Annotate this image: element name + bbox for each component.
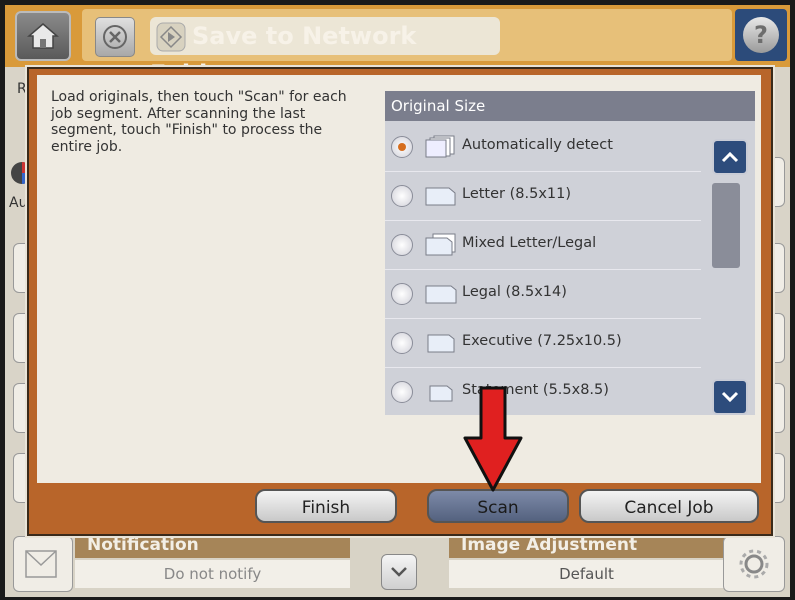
job-title: Save to Network Folder: [150, 17, 500, 88]
mixed-pages-icon: [425, 233, 456, 256]
scroll-up-button[interactable]: [712, 139, 748, 175]
radio-unselected[interactable]: [391, 332, 413, 354]
radio-unselected[interactable]: [391, 234, 413, 256]
page-icon: [425, 285, 457, 304]
radio-unselected[interactable]: [391, 283, 413, 305]
scroll-down-button[interactable]: [712, 379, 748, 415]
chevron-down-icon: [721, 391, 739, 403]
radio-selected[interactable]: [391, 136, 413, 158]
size-option-letter[interactable]: Letter (8.5x11): [385, 172, 701, 221]
page-icon: [429, 385, 453, 402]
size-option-label: Mixed Letter/Legal: [462, 235, 597, 251]
instructions-text: Load originals, then touch "Scan" for ea…: [51, 89, 347, 155]
size-option-label: Automatically detect: [462, 137, 613, 153]
scan-job-dialog: Load originals, then touch "Scan" for ea…: [27, 67, 773, 536]
dialog-body: Load originals, then touch "Scan" for ea…: [37, 75, 761, 483]
help-button[interactable]: ?: [735, 9, 787, 61]
notification-value[interactable]: Do not notify: [75, 560, 350, 588]
chevron-down-icon: [391, 567, 407, 577]
notification-icon[interactable]: [13, 536, 73, 592]
home-icon: [27, 23, 59, 49]
bottom-options: Notification Do not notify Image Adjustm…: [5, 530, 790, 597]
radio-unselected[interactable]: [391, 381, 413, 403]
page-icon: [427, 334, 455, 353]
finish-button[interactable]: Finish: [255, 489, 397, 523]
home-button[interactable]: [15, 11, 71, 61]
cancel-job-button[interactable]: Cancel Job: [579, 489, 759, 523]
more-options-button[interactable]: [381, 554, 417, 590]
chevron-up-icon: [721, 151, 739, 163]
image-adjustment-button[interactable]: [723, 536, 785, 592]
red-arrow-annotation: [463, 386, 523, 492]
help-icon: ?: [743, 17, 779, 53]
original-size-header: Original Size: [385, 91, 755, 121]
scrollbar-thumb[interactable]: [712, 183, 740, 268]
image-adjustment-value[interactable]: Default: [449, 560, 724, 588]
original-size-panel: Original Size Automatically detect Lette…: [385, 91, 755, 415]
size-option-statement[interactable]: Statement (5.5x8.5): [385, 368, 701, 416]
size-option-label: Letter (8.5x11): [462, 186, 572, 202]
size-option-executive[interactable]: Executive (7.25x10.5): [385, 319, 701, 368]
size-option-label: Legal (8.5x14): [462, 284, 567, 300]
device-screen: Save to Network Folder ? Re Aut Notifica…: [5, 5, 790, 597]
size-option-legal[interactable]: Legal (8.5x14): [385, 270, 701, 319]
size-option-auto[interactable]: Automatically detect: [385, 123, 701, 172]
size-option-mixed[interactable]: Mixed Letter/Legal: [385, 221, 701, 270]
start-icon: [156, 22, 186, 52]
radio-unselected[interactable]: [391, 185, 413, 207]
stop-button[interactable]: [95, 17, 135, 57]
stop-icon: [103, 25, 127, 49]
top-bar: Save to Network Folder ?: [5, 5, 790, 88]
scrollbar-track[interactable]: [712, 183, 742, 378]
scan-button[interactable]: Scan: [427, 489, 569, 523]
size-option-label: Executive (7.25x10.5): [462, 333, 622, 349]
multi-page-icon: [425, 135, 455, 158]
gear-icon: [739, 549, 769, 579]
page-icon: [425, 187, 456, 206]
